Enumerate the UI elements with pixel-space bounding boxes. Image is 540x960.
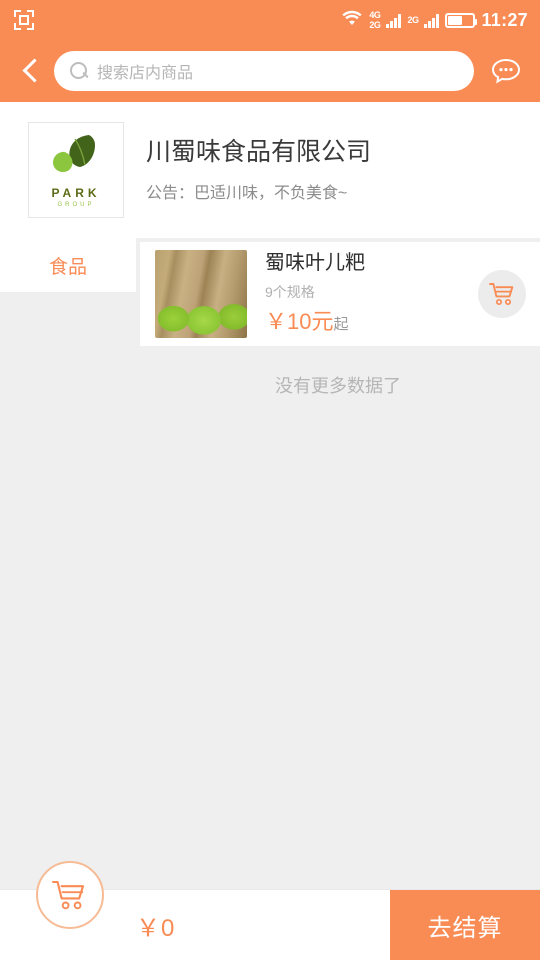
- search-input[interactable]: 搜索店内商品: [54, 51, 474, 91]
- store-logo-text: PARK: [51, 185, 101, 200]
- product-spec-count: 9个规格: [265, 283, 315, 300]
- product-price-suffix: 起: [333, 315, 349, 333]
- chat-bubble-icon[interactable]: [486, 51, 526, 91]
- product-card[interactable]: 蜀味叶儿粑 9个规格 ￥10元起: [140, 242, 540, 346]
- sim1-signal-icon: [386, 13, 402, 28]
- store-logo: PARK GROUP: [28, 122, 124, 218]
- list-footer-text: 没有更多数据了: [275, 376, 401, 396]
- app-screen: 4G 2G 2G 11:27 搜索店内商品 PARK GROUP 川蜀味食品有限…: [0, 0, 540, 960]
- battery-icon: [445, 12, 478, 28]
- leaf-logo-icon: [45, 133, 107, 185]
- product-name: 蜀味叶儿粑: [265, 251, 365, 274]
- checkout-button[interactable]: 去结算: [390, 890, 540, 960]
- product-price: ￥10元起: [265, 308, 478, 337]
- status-bar-left: [12, 8, 36, 32]
- cart-floating-button[interactable]: [36, 861, 104, 929]
- sim2-signal-icon: [424, 13, 440, 28]
- search-placeholder: 搜索店内商品: [97, 65, 194, 82]
- sidebar-item-label: 食品: [48, 256, 87, 278]
- bottom-checkout-bar: ￥0 去结算: [0, 861, 540, 960]
- status-bar: 4G 2G 2G 11:27: [0, 0, 540, 40]
- store-header[interactable]: PARK GROUP 川蜀味食品有限公司 公告：巴适川味，不负美食~: [0, 102, 540, 238]
- add-to-cart-button[interactable]: [478, 270, 526, 318]
- sim1-network-label: 4G 2G: [369, 9, 381, 30]
- store-notice: 公告：巴适川味，不负美食~: [146, 185, 348, 202]
- store-logo-subtext: GROUP: [57, 201, 95, 208]
- product-list: 蜀味叶儿粑 9个规格 ￥10元起 没有更多数据了: [136, 238, 540, 890]
- sidebar-item-food[interactable]: 食品: [0, 238, 136, 292]
- cart-total-amount: ￥0: [136, 914, 176, 942]
- sim2-network-label: 2G: [407, 14, 419, 25]
- main-content: 食品 蜀味叶儿粑 9个规格 ￥10元起 没有更多数据了: [0, 238, 540, 890]
- shopping-cart-icon: [51, 880, 85, 910]
- category-sidebar: 食品: [0, 238, 136, 890]
- wifi-icon: [341, 9, 363, 32]
- chevron-left-icon[interactable]: [14, 54, 48, 88]
- product-price-value: ￥10元: [265, 308, 334, 334]
- screenshot-capture-icon[interactable]: [12, 8, 36, 32]
- store-name: 川蜀味食品有限公司: [146, 138, 372, 166]
- status-bar-right: 4G 2G 2G 11:27: [341, 9, 528, 32]
- search-icon: [70, 62, 88, 80]
- status-bar-clock: 11:27: [481, 9, 528, 30]
- store-info: 川蜀味食品有限公司 公告：巴适川味，不负美食~: [146, 137, 371, 203]
- product-thumbnail[interactable]: [155, 250, 247, 338]
- product-info: 蜀味叶儿粑 9个规格 ￥10元起: [265, 252, 478, 337]
- search-header: 搜索店内商品: [0, 40, 540, 102]
- shopping-cart-icon: [489, 283, 514, 306]
